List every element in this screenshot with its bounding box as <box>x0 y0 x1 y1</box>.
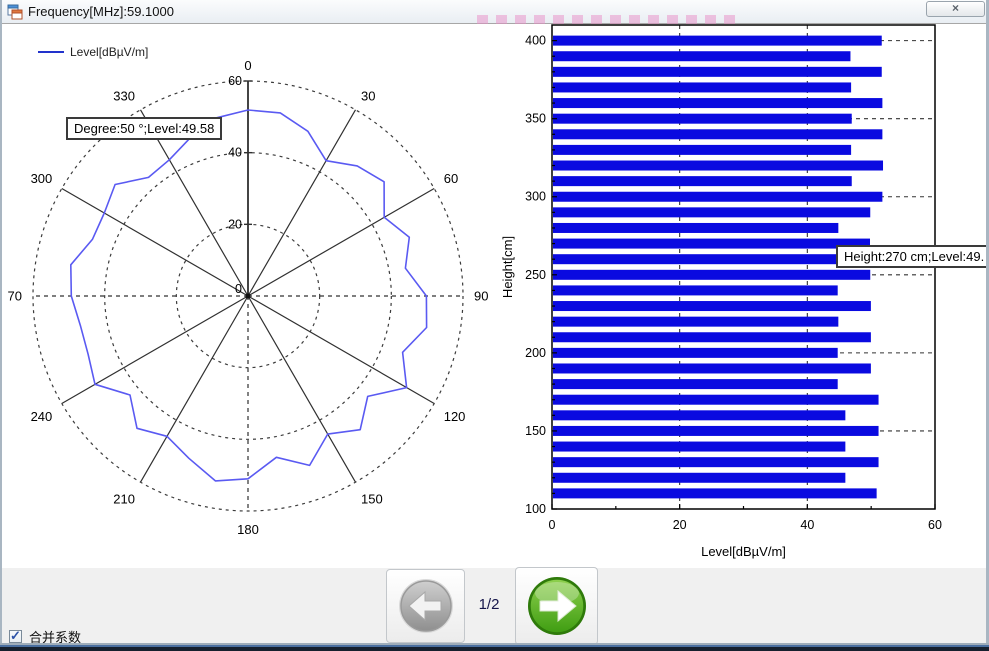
svg-text:60: 60 <box>928 518 942 532</box>
svg-text:120: 120 <box>444 409 466 424</box>
taskbar-edge <box>0 647 989 651</box>
window-title: Frequency[MHz]:59.1000 <box>28 4 174 19</box>
svg-text:270: 270 <box>8 289 22 304</box>
checkmark-icon: ✓ <box>10 628 21 644</box>
bar <box>553 239 870 249</box>
bar <box>553 51 850 61</box>
bar-chart[interactable]: 0 20 40 60 100 150 200 250 300 350 400 Level[dBµV/m… <box>500 24 988 568</box>
polar-chart[interactable]: 0 30 60 90 120 150 180 210 240 270 300 330 0 20 40 60 <box>8 24 500 568</box>
bar <box>553 473 845 483</box>
svg-text:30: 30 <box>361 88 375 103</box>
bar <box>553 114 852 124</box>
svg-text:400: 400 <box>525 34 546 48</box>
bar <box>553 317 838 327</box>
bar-xaxis-label: Level[dBµV/m] <box>701 544 786 559</box>
close-icon: × <box>952 1 959 15</box>
bar <box>553 67 882 77</box>
polar-tooltip-text: Degree:50 °;Level:49.58 <box>74 121 214 136</box>
bar <box>553 207 870 217</box>
bar <box>553 254 838 264</box>
bar-tooltip: Height:270 cm;Level:49. <box>836 245 989 268</box>
bar-series <box>553 36 883 499</box>
bar <box>553 270 870 280</box>
svg-text:60: 60 <box>228 74 242 88</box>
svg-text:0: 0 <box>244 58 251 73</box>
svg-text:90: 90 <box>474 289 488 304</box>
svg-text:210: 210 <box>113 492 135 507</box>
bar-yaxis-label: Height[cm] <box>500 236 515 298</box>
svg-text:300: 300 <box>31 171 53 186</box>
bar <box>553 426 879 436</box>
previous-page-button[interactable] <box>386 569 465 643</box>
close-button[interactable]: × <box>926 1 985 17</box>
forward-icon <box>526 575 588 637</box>
bar <box>553 145 851 155</box>
svg-text:40: 40 <box>228 146 242 160</box>
bar <box>553 379 838 389</box>
back-icon <box>397 577 455 635</box>
background-window-text-artifact <box>477 15 735 24</box>
bar <box>553 192 882 202</box>
svg-text:250: 250 <box>525 268 546 282</box>
svg-text:240: 240 <box>31 409 53 424</box>
window-border-left <box>0 0 2 651</box>
svg-text:20: 20 <box>673 518 687 532</box>
dialog-window: Frequency[MHz]:59.1000 × 0 30 60 90 120 150 18… <box>0 0 989 651</box>
svg-text:0: 0 <box>235 282 242 296</box>
bar <box>553 332 871 342</box>
bar <box>553 223 838 233</box>
bar <box>553 176 852 186</box>
polar-center-dot <box>245 293 250 298</box>
bar <box>553 348 838 358</box>
bar <box>553 301 871 311</box>
bar <box>553 285 838 295</box>
svg-text:100: 100 <box>525 502 546 516</box>
svg-text:20: 20 <box>228 217 242 231</box>
svg-text:300: 300 <box>525 190 546 204</box>
bar <box>553 395 879 405</box>
svg-text:180: 180 <box>237 522 259 537</box>
bar <box>553 457 879 467</box>
bar <box>553 129 882 139</box>
bar-tooltip-text: Height:270 cm;Level:49. <box>844 249 984 264</box>
svg-text:0: 0 <box>549 518 556 532</box>
svg-text:200: 200 <box>525 346 546 360</box>
bar <box>553 488 877 498</box>
svg-text:150: 150 <box>361 492 383 507</box>
polar-tooltip: Degree:50 °;Level:49.58 <box>66 117 222 140</box>
legend-line-sample <box>38 51 64 53</box>
bar <box>553 82 851 92</box>
bar <box>553 363 871 373</box>
merge-coefficient-checkbox[interactable]: ✓ <box>9 630 22 643</box>
svg-text:150: 150 <box>525 424 546 438</box>
app-icon <box>7 4 23 20</box>
legend-label: Level[dBµV/m] <box>70 45 148 59</box>
bar <box>553 36 882 46</box>
svg-text:330: 330 <box>113 88 135 103</box>
svg-text:350: 350 <box>525 112 546 126</box>
svg-text:40: 40 <box>800 518 814 532</box>
polar-legend: Level[dBµV/m] <box>38 44 148 60</box>
bar <box>553 161 883 171</box>
svg-text:60: 60 <box>444 171 458 186</box>
next-page-button[interactable] <box>515 567 598 645</box>
bar <box>553 410 845 420</box>
bar <box>553 98 882 108</box>
page-indicator: 1/2 <box>467 596 511 613</box>
bar <box>553 442 845 452</box>
